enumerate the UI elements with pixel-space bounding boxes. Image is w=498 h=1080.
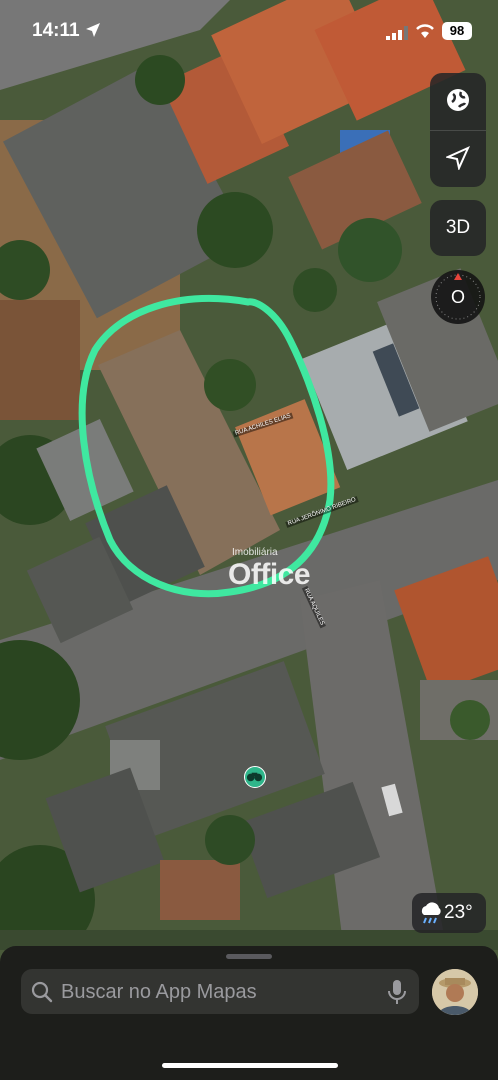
poi-marker[interactable] bbox=[244, 766, 266, 788]
binoculars-icon bbox=[246, 772, 263, 782]
status-bar: 14:11 98 bbox=[0, 0, 498, 60]
battery-indicator: 98 bbox=[442, 22, 472, 40]
bottom-sheet[interactable]: Buscar no App Mapas bbox=[0, 946, 498, 1080]
location-arrow-icon bbox=[86, 23, 100, 37]
weather-widget[interactable]: 23° bbox=[412, 893, 486, 933]
weather-temperature: 23° bbox=[444, 902, 473, 923]
profile-photo bbox=[432, 969, 478, 1015]
cellular-signal-icon bbox=[386, 26, 408, 40]
map-controls-group bbox=[430, 73, 486, 187]
microphone-icon[interactable] bbox=[387, 979, 407, 1005]
search-bar[interactable]: Buscar no App Mapas bbox=[21, 969, 419, 1014]
rain-cloud-icon bbox=[421, 902, 441, 924]
location-arrow-icon[interactable] bbox=[446, 146, 470, 170]
watermark-small-text: Imobiliária bbox=[232, 547, 278, 558]
3d-button[interactable]: 3D bbox=[430, 200, 486, 256]
watermark-big-text: Office bbox=[228, 558, 311, 591]
status-time: 14:11 bbox=[32, 20, 80, 41]
wifi-icon bbox=[416, 24, 434, 38]
globe-icon[interactable] bbox=[445, 87, 471, 113]
compass-label: O bbox=[450, 287, 465, 307]
controls-divider bbox=[430, 130, 486, 131]
search-icon bbox=[31, 981, 53, 1003]
sheet-grabber[interactable] bbox=[226, 954, 272, 959]
avatar[interactable] bbox=[432, 969, 478, 1015]
search-placeholder: Buscar no App Mapas bbox=[61, 981, 257, 1003]
compass-button[interactable]: O bbox=[431, 270, 485, 324]
home-indicator bbox=[162, 1063, 338, 1068]
